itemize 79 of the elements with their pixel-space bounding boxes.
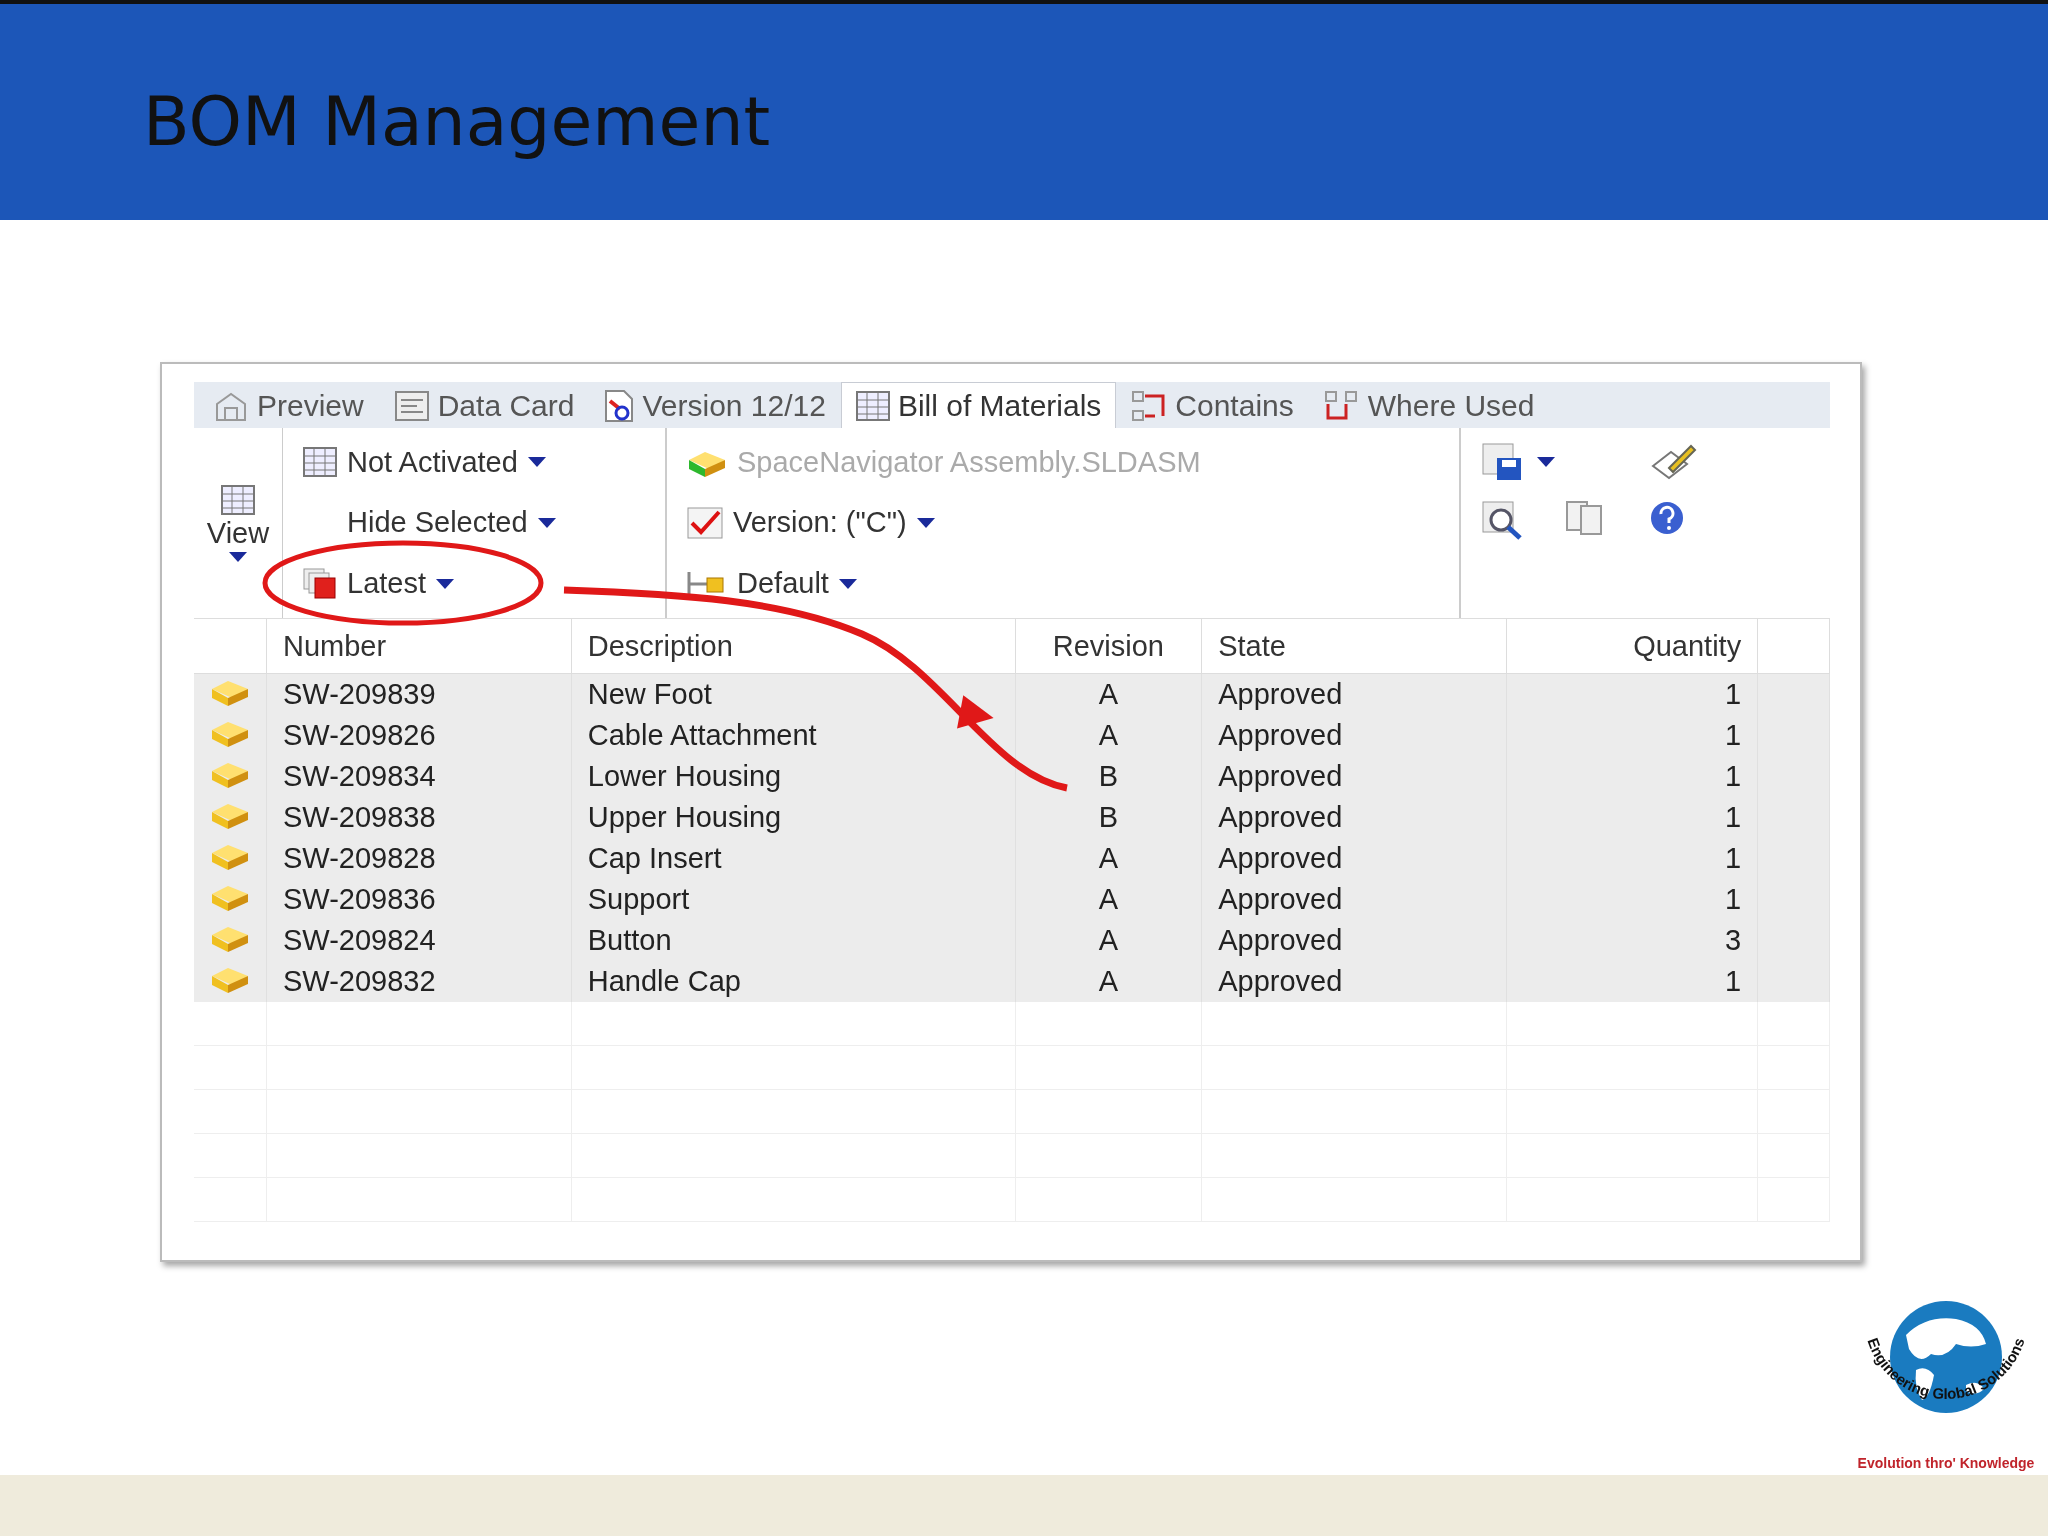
column-header[interactable]: Number xyxy=(266,619,572,674)
caret-icon xyxy=(436,578,454,589)
table-cell: Cable Attachment xyxy=(571,715,1016,756)
table-cell: A xyxy=(1015,879,1202,920)
table-cell: 3 xyxy=(1506,920,1758,961)
table-cell: A xyxy=(1015,961,1202,1002)
tab[interactable]: Contains xyxy=(1116,382,1309,428)
logo-tagline: Evolution thro' Knowledge xyxy=(1857,1455,2035,1471)
table-cell: B xyxy=(1015,797,1202,838)
table-cell: SW-209834 xyxy=(266,756,572,797)
filter-dropdown[interactable]: Not Activated xyxy=(303,445,645,479)
slide-title: BOM Management xyxy=(143,81,771,161)
configuration-dropdown[interactable]: Default xyxy=(687,567,1439,601)
assembly-name: SpaceNavigator Assembly.SLDASM xyxy=(687,445,1439,479)
version-dropdown[interactable]: Version: ("C") xyxy=(687,506,1439,540)
pencil-icon[interactable] xyxy=(1649,442,1697,482)
table-cell: 1 xyxy=(1506,838,1758,879)
table-icon xyxy=(855,390,890,421)
table-cell: SW-209824 xyxy=(266,920,572,961)
copy-icon[interactable] xyxy=(1565,500,1605,536)
column-header[interactable]: Quantity xyxy=(1506,619,1758,674)
table-cell: Approved xyxy=(1201,879,1507,920)
filter-dropdown[interactable]: Hide Selected xyxy=(303,506,645,540)
table-cell: 1 xyxy=(1506,797,1758,838)
hierarchy-icon xyxy=(1131,389,1168,422)
table-cell: Approved xyxy=(1201,920,1507,961)
table-cell: 1 xyxy=(1506,673,1758,715)
table-cell: SW-209828 xyxy=(266,838,572,879)
caret-icon xyxy=(527,457,546,468)
table-cell: Handle Cap xyxy=(571,961,1016,1002)
column-header[interactable]: State xyxy=(1201,619,1507,674)
help-icon[interactable] xyxy=(1649,500,1685,536)
table-cell: New Foot xyxy=(571,673,1016,715)
column-header[interactable]: Revision xyxy=(1015,619,1202,674)
table-cell: SW-209826 xyxy=(266,715,572,756)
table-cell: 1 xyxy=(1506,961,1758,1002)
caret-icon xyxy=(537,518,556,528)
table-cell: Approved xyxy=(1201,838,1507,879)
caret-icon xyxy=(838,578,857,589)
tab[interactable]: Version 12/12 xyxy=(589,382,841,428)
table-cell: Upper Housing xyxy=(571,797,1016,838)
hierarchy-icon xyxy=(1323,389,1360,422)
caret-icon xyxy=(229,551,247,562)
document-icon xyxy=(604,388,635,423)
table-cell: Cap Insert xyxy=(571,838,1016,879)
column-header[interactable]: Description xyxy=(571,619,1016,674)
table-cell: Approved xyxy=(1201,715,1507,756)
filter-dropdown[interactable]: Latest xyxy=(303,567,645,601)
view-button[interactable]: View xyxy=(206,516,270,550)
caret-icon xyxy=(1537,457,1555,467)
table-cell: Button xyxy=(571,920,1016,961)
table-icon xyxy=(303,447,337,478)
table-cell: SW-209839 xyxy=(266,673,572,715)
checkmark-icon xyxy=(687,507,723,539)
table-cell: B xyxy=(1015,756,1202,797)
card-icon xyxy=(393,389,430,422)
tab[interactable]: Preview xyxy=(198,382,379,428)
table-cell: 1 xyxy=(1506,715,1758,756)
caret-icon xyxy=(916,518,935,528)
table-icon xyxy=(221,484,255,515)
table-cell: SW-209832 xyxy=(266,961,572,1002)
table-cell: Approved xyxy=(1201,756,1507,797)
table-cell: Approved xyxy=(1201,673,1507,715)
table-cell: A xyxy=(1015,838,1202,879)
stack-icon xyxy=(303,567,337,600)
table-cell: SW-209836 xyxy=(266,879,572,920)
table-cell: Approved xyxy=(1201,961,1507,1002)
table-cell: Lower Housing xyxy=(571,756,1016,797)
table-cell: 1 xyxy=(1506,879,1758,920)
table-cell: A xyxy=(1015,673,1202,715)
table-cell: 1 xyxy=(1506,756,1758,797)
tab[interactable]: Data Card xyxy=(378,382,590,428)
table-cell: Support xyxy=(571,879,1016,920)
table-cell: SW-209838 xyxy=(266,797,572,838)
tab[interactable]: Where Used xyxy=(1308,382,1550,428)
tab[interactable]: Bill of Materials xyxy=(840,382,1117,428)
table-cell: A xyxy=(1015,920,1202,961)
table-cell: A xyxy=(1015,715,1202,756)
table-cell: Approved xyxy=(1201,797,1507,838)
